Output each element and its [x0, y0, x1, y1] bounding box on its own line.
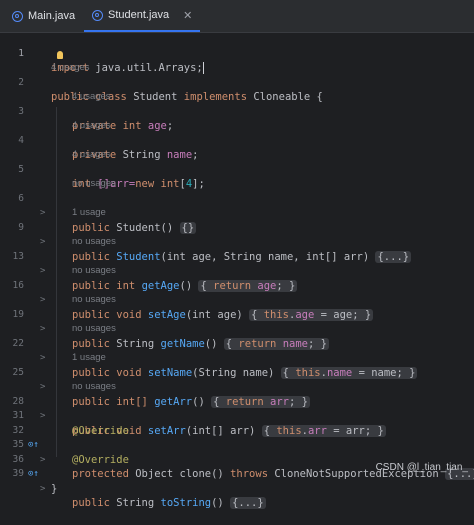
override-marker-icon[interactable]: ⊙↑	[28, 467, 39, 482]
usage-hint-row: no usages	[0, 279, 474, 305]
tab-main-java[interactable]: Main.java	[12, 0, 75, 32]
usage-hint-row: no usages	[0, 221, 474, 247]
usage-hint-row: 4 usages	[0, 76, 474, 102]
java-class-icon	[12, 10, 23, 22]
usage-hint-row: no usages	[0, 163, 474, 189]
code-line: 22 > public void setName(String name) { …	[0, 322, 474, 379]
folded-region[interactable]: {...}	[230, 497, 266, 509]
usage-hint-row: 1 usage	[0, 192, 474, 218]
code-line: 9 > public Student(int age, String name,…	[0, 206, 474, 263]
code-text: }	[51, 482, 58, 495]
usage-hint-row: 4 usages	[0, 134, 474, 160]
code-text: public String toString() {...}	[72, 497, 266, 509]
code-line: 1 import java.util.Arrays;	[0, 32, 474, 74]
code-line: 28 > public void setArr(int[] arr) { thi…	[0, 380, 474, 437]
usage-hint-row: no usages	[0, 308, 474, 334]
code-editor[interactable]: 1 import java.util.Arrays; 4 usages 2 pu…	[0, 32, 474, 509]
close-tab-icon[interactable]: ✕	[183, 9, 192, 22]
fold-chevron-icon[interactable]: >	[40, 482, 45, 497]
line-number: 39	[12, 468, 24, 479]
code-line: 19 > public String getName() { return na…	[0, 293, 474, 350]
code-line: 4 private String name;	[0, 119, 474, 162]
watermark: CSDN @l_tian_tian_	[375, 462, 468, 473]
usage-hint-row: 4 usages	[0, 105, 474, 131]
code-line: 2 public class Student implements Clonea…	[0, 61, 474, 104]
java-class-icon	[92, 9, 103, 21]
usage-hint-row: 1 usage	[0, 337, 474, 363]
code-line: 3 private int age;	[0, 90, 474, 133]
code-line: 13 > public int getAge() { return age; }	[0, 235, 474, 292]
code-line: 32 ⊙↑ > protected Object clone() throws …	[0, 409, 474, 480]
code-line: 31 @Override	[0, 395, 474, 437]
code-line: 36 ⊙↑ > public String toString() {...}	[0, 438, 474, 509]
code-line: 6 > public Student() {}	[0, 177, 474, 234]
code-line: 16 > public void setAge(int age) { this.…	[0, 264, 474, 321]
usage-hint-row: no usages	[0, 366, 474, 392]
code-line: 35 @Override	[0, 424, 474, 466]
code-line: 5 int []arr=new int[4];	[0, 148, 474, 191]
tab-student-java[interactable]: Student.java ✕	[84, 0, 201, 32]
tab-label: Student.java	[108, 9, 170, 21]
usage-hint-row: no usages	[0, 250, 474, 276]
editor-tab-bar: Main.java Student.java ✕	[0, 0, 474, 33]
tab-label: Main.java	[28, 10, 76, 22]
code-line: 25 > public int[] getArr() { return arr;…	[0, 351, 474, 408]
usage-hint-row: 4 usages	[0, 47, 474, 73]
